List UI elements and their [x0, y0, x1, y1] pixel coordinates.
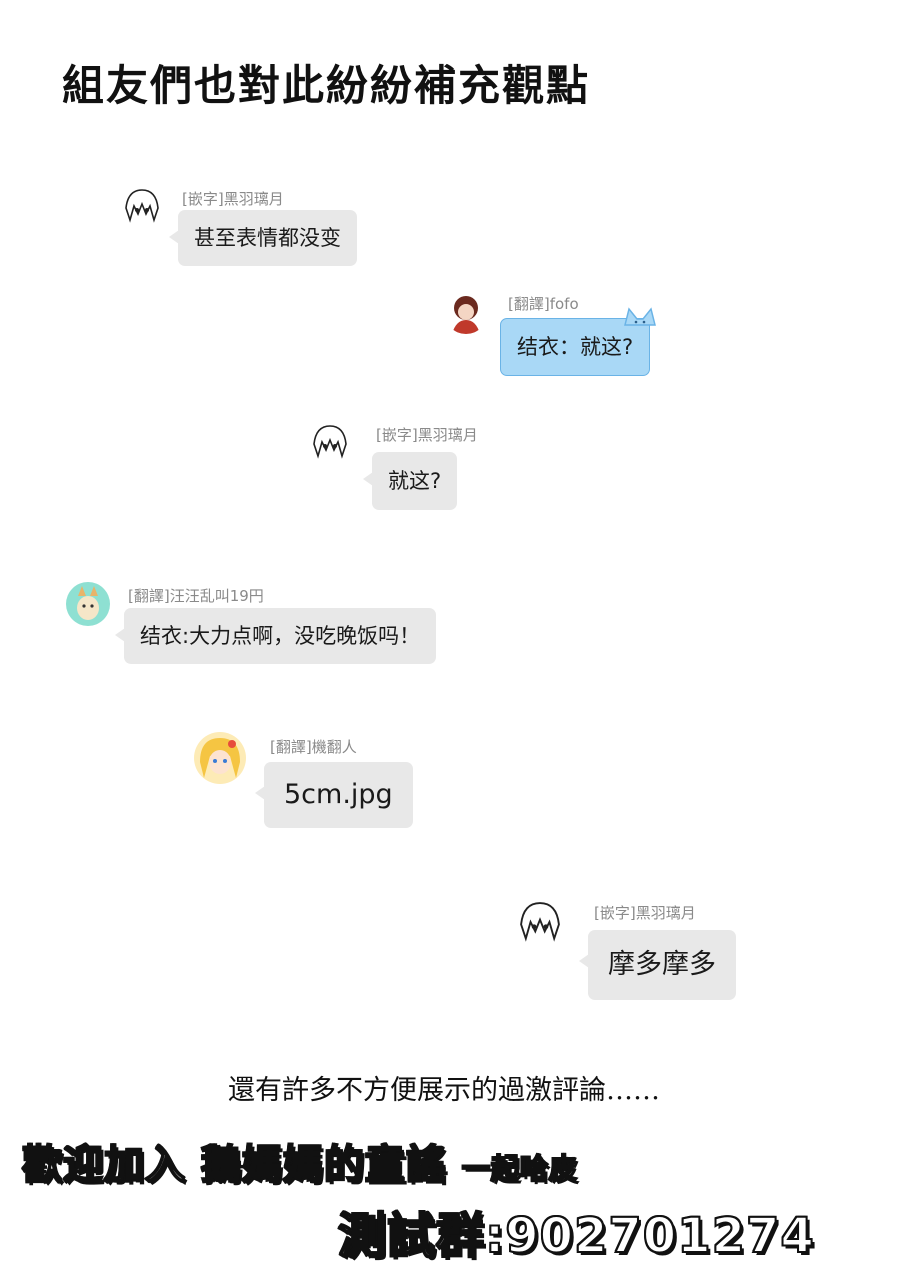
sketch-girl-avatar[interactable] [120, 184, 164, 228]
promo-banner-line1: 歡迎加入 鵝媽媽的童謠 一起哈皮 [21, 1132, 578, 1190]
banner-text: 歡迎加入 鵝媽媽的童謠 [21, 1141, 447, 1189]
blonde-girl-avatar[interactable] [194, 732, 246, 784]
sender-name: [翻譯]汪汪乱叫19円 [128, 587, 264, 605]
teal-fox-avatar[interactable] [66, 582, 110, 626]
sender-name: [嵌字]黑羽璃月 [182, 190, 284, 208]
page-title: 組友們也對此紛紛補充觀點 [62, 61, 591, 110]
sketch-girl-avatar[interactable] [308, 420, 352, 464]
message-bubble: 5cm.jpg [255, 762, 413, 828]
sender-name: [翻譯]fofo [508, 295, 579, 313]
cat-ears-icon [624, 307, 657, 326]
promo-banner-line2: 測試群:902701274 [337, 1207, 815, 1265]
banner-text-small: 一起哈皮 [461, 1151, 578, 1186]
sender-name: [翻譯]機翻人 [270, 738, 357, 756]
message-bubble: 结衣:大力点啊，没吃晚饭吗！ [114, 608, 437, 664]
message-bubble: 摩多摩多 [579, 930, 736, 1000]
footer-note: 還有許多不方便展示的過激評論…… [228, 1075, 660, 1106]
sketch-girl-avatar[interactable] [514, 896, 566, 948]
red-hair-avatar[interactable] [444, 290, 488, 334]
message-bubble: 甚至表情都没变 [169, 210, 357, 266]
sender-name: [嵌字]黑羽璃月 [594, 904, 696, 922]
message-text: 结衣：就这? [517, 335, 634, 359]
sender-name: [嵌字]黑羽璃月 [376, 426, 478, 444]
message-bubble: 就这? [362, 452, 458, 510]
message-bubble: 结衣：就这? [500, 307, 657, 376]
